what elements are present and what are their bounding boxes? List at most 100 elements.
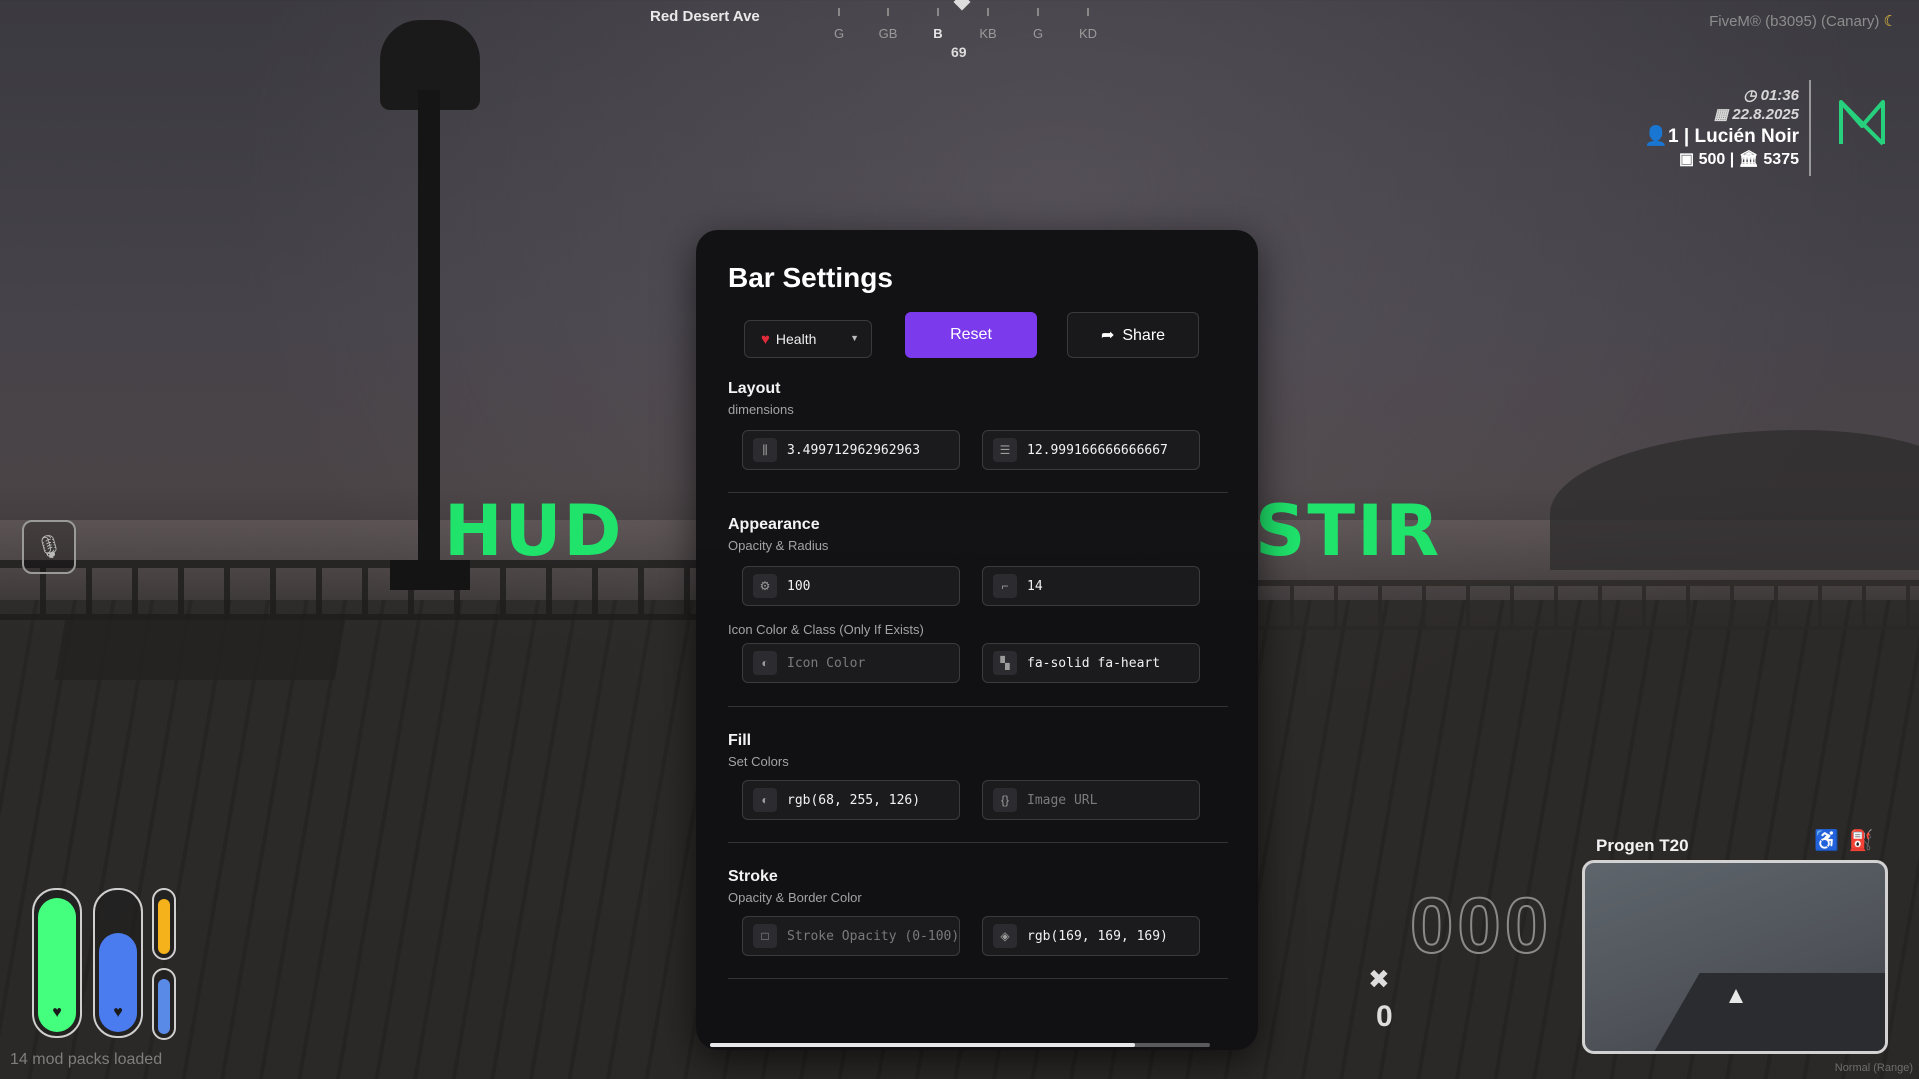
fuel-pump-icon: ⛽ [1848,830,1874,852]
icon-color-input[interactable] [787,655,957,671]
appearance-section: Appearance Opacity & Radius [728,516,1228,553]
player-name: 1 | Lucién Noir [1668,126,1799,147]
layout-subtitle: dimensions [728,402,794,417]
fill-subtitle: Set Colors [728,754,789,769]
share-label: Share [1122,327,1166,344]
armor-bar: ♥ [93,888,143,1038]
fill-color-input[interactable] [787,792,957,808]
date: 22.8.2025 [1732,106,1799,123]
heart-icon: ♥ [761,330,770,348]
icons-icon: ▚ [993,651,1017,675]
hunger-bar-fill [158,899,170,954]
opacity-icon: ⚙ [753,574,777,598]
share-button[interactable]: ➦ Share [1067,312,1199,358]
build-info: FiveM® (b3095) (Canary) ☾ [1709,12,1897,30]
height-field[interactable]: ☰ [982,430,1200,470]
bench [54,620,346,680]
section-divider [728,706,1228,707]
square-icon: □ [753,924,777,948]
paint-bucket-icon: ◈ [993,924,1017,948]
rows-icon: ☰ [993,438,1017,462]
stroke-title: Stroke [728,868,778,885]
height-input[interactable] [1027,442,1197,458]
icon-class-input[interactable] [1027,655,1197,671]
icon-class-field[interactable]: ▚ [982,643,1200,683]
heading-degrees: 69 [951,44,967,60]
gear-indicator: 0 [1376,1000,1393,1033]
cash-icon: ▣ [1679,151,1699,168]
microphone-icon: 🎙 [35,534,63,559]
bar-select-label: Health [775,331,817,347]
section-divider [728,978,1228,979]
opacity-input[interactable] [787,578,957,594]
panel-scrollbar[interactable] [710,1043,1210,1047]
radius-field[interactable]: ⌐ [982,566,1200,606]
wrench-screwdriver-icon: ✖ [1368,964,1390,994]
fill-color-field[interactable]: ◐ [742,780,960,820]
money-separator: | [1729,151,1739,168]
image-url-field[interactable]: {} [982,780,1200,820]
vehicle-status-icons: ♿ ⛽ [1814,828,1874,853]
street-lamp-pole [418,90,440,590]
time-row: ◷ 01:36 [1644,86,1799,105]
radius-input[interactable] [1027,578,1197,594]
opacity-field[interactable]: ⚙ [742,566,960,606]
pier-railing-right [1250,580,1919,630]
street-name: Red Desert Ave [650,8,760,25]
share-icon: ➦ [1100,327,1115,344]
health-bar: ♥ [32,888,82,1038]
compass-marker [953,0,971,11]
build-label: FiveM® (b3095) (Canary) [1709,13,1880,30]
reset-button[interactable]: Reset [905,312,1037,358]
heart-icon: ♥ [113,1004,123,1021]
palette-icon: ◐ [753,788,777,812]
thirst-bar [152,968,176,1040]
voice-mic-button[interactable]: 🎙 [22,520,76,574]
image-url-input[interactable] [1027,792,1197,808]
bar-settings-panel: Bar Settings ♥ Health ▼ Reset ➦ Share Lay… [696,230,1258,1050]
compass-label: GB [878,26,898,41]
columns-icon: ⫼ [753,438,777,462]
street-lamp-head [380,20,480,110]
compass-label: KD [1078,26,1098,41]
compass-label-active: B [933,26,943,41]
bar-select-dropdown[interactable]: ♥ Health ▼ [744,320,872,358]
compass-tick [1037,8,1039,16]
server-logo [1839,100,1885,146]
layout-section: Layout dimensions [728,380,1228,417]
width-input[interactable] [787,442,957,458]
appearance-subtitle: Opacity & Radius [728,538,829,553]
bank-amount: 5375 [1763,151,1799,168]
stroke-color-field[interactable]: ◈ [982,916,1200,956]
compass-label: KB [979,26,997,41]
drive-mode: Normal (Range) [1834,1062,1913,1074]
section-divider [728,842,1228,843]
stroke-color-input[interactable] [1027,928,1197,944]
icon-subsection: Icon Color & Class (Only If Exists) [728,618,1228,637]
compass-label: G [1032,26,1044,41]
user-icon: 👤 [1644,126,1669,147]
fill-title: Fill [728,732,752,749]
appearance-title: Appearance [728,516,820,533]
icon-color-field[interactable]: ◐ [742,643,960,683]
watermark-left: HUD [444,490,624,572]
fill-section: Fill Set Colors [728,732,1228,769]
stroke-opacity-input[interactable] [787,928,957,944]
scrollbar-thumb[interactable] [710,1043,1135,1047]
player-arrow-icon [1729,989,1743,1003]
compass-tick [838,8,840,16]
palette-icon: ◐ [753,651,777,675]
clock-icon: ◷ [1743,87,1761,104]
stroke-opacity-field[interactable]: □ [742,916,960,956]
compass-tick [887,8,889,16]
calendar-icon: ▦ [1713,106,1733,123]
chevron-down-icon: ▼ [850,333,859,343]
player-info: ◷ 01:36 ▦ 22.8.2025 👤1 | Lucién Noir ▣ 5… [1644,86,1799,169]
info-separator [1809,80,1811,176]
date-row: ▦ 22.8.2025 [1644,105,1799,124]
width-field[interactable]: ⫼ [742,430,960,470]
layout-title: Layout [728,380,781,397]
hunger-bar [152,888,176,960]
player-row: 👤1 | Lucién Noir [1644,124,1799,150]
vehicle-name: Progen T20 [1596,836,1689,855]
